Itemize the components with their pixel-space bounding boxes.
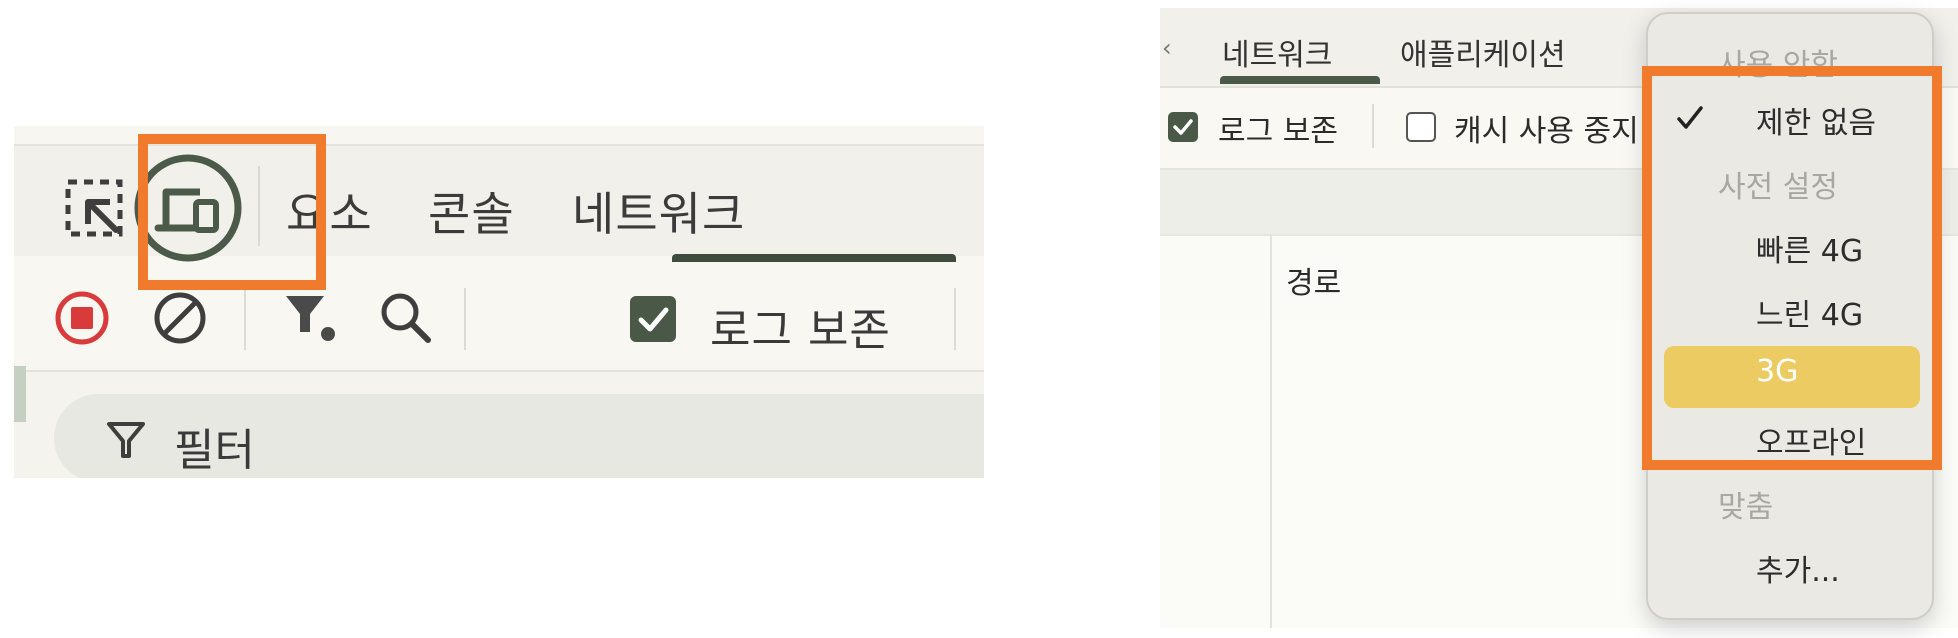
tab-console[interactable]: 콘솔 — [428, 178, 515, 244]
active-tab-indicator — [1220, 76, 1380, 84]
inspect-element-icon[interactable] — [64, 178, 124, 238]
record-stop-icon[interactable] — [54, 290, 110, 346]
toolbar-separator — [954, 288, 956, 350]
filter-placeholder: 필터 — [174, 425, 255, 476]
preserve-log-checkbox[interactable] — [630, 296, 676, 342]
tab-network[interactable]: 네트워크 — [1222, 30, 1332, 74]
filter-icon — [106, 420, 146, 460]
search-icon[interactable] — [376, 288, 436, 348]
scroll-edge — [14, 366, 26, 422]
filter-toggle-icon[interactable] — [282, 292, 342, 346]
active-tab-indicator — [672, 254, 956, 262]
disable-cache-checkbox[interactable] — [1406, 112, 1436, 142]
toolbar-separator — [464, 288, 466, 350]
clear-icon[interactable] — [152, 290, 208, 346]
preserve-log-label: 로그 보존 — [1218, 114, 1338, 149]
tab-network[interactable]: 네트워크 — [572, 178, 745, 244]
tab-application[interactable]: 애플리케이션 — [1400, 30, 1566, 74]
toolbar-separator — [244, 288, 246, 350]
highlight-box-device-toolbar — [138, 134, 326, 290]
highlight-box-throttle-presets — [1642, 66, 1942, 470]
column-header-path[interactable]: 경로 — [1286, 258, 1341, 302]
tab-overflow-edge: ‹ — [1162, 34, 1172, 62]
preserve-log-checkbox[interactable] — [1168, 112, 1198, 142]
disable-cache-label: 캐시 사용 중지 — [1454, 114, 1639, 149]
preserve-log-label: 로그 보존 — [710, 305, 891, 356]
menu-item-add[interactable]: 추가... — [1756, 546, 1840, 590]
column-divider — [1270, 234, 1272, 628]
menu-header-custom: 맞춤 — [1718, 490, 1774, 525]
toolbar-separator — [1372, 104, 1374, 148]
